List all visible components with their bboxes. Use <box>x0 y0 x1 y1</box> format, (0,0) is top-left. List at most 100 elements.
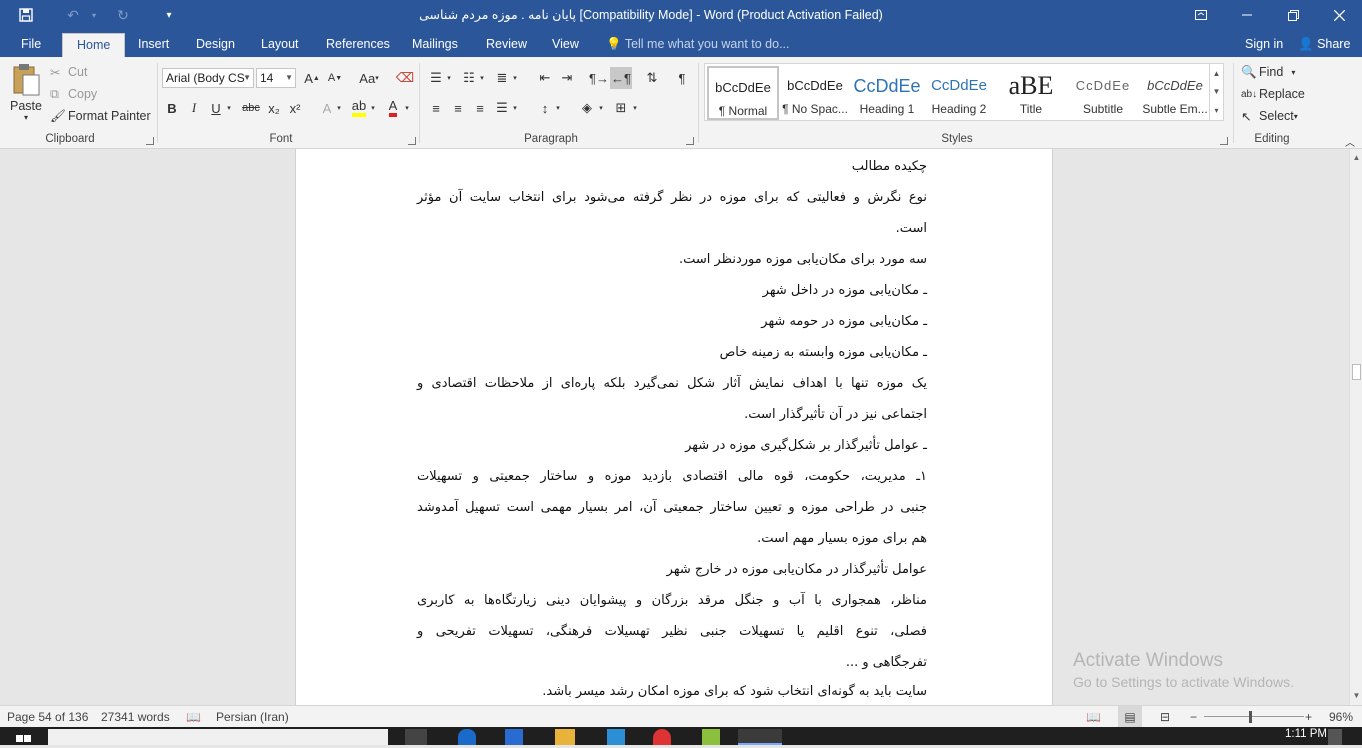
change-case-button[interactable]: Aa ▾ <box>354 67 384 89</box>
cut-button[interactable]: ✂ Cut <box>50 63 87 81</box>
style-subtle-emphasis[interactable]: bCcDdEe Subtle Em... <box>1139 66 1211 120</box>
multilevel-dropdown-icon[interactable]: ▾ <box>510 67 520 89</box>
tab-mailings[interactable]: Mailings <box>410 33 460 57</box>
edge-icon[interactable] <box>458 729 476 745</box>
italic-button[interactable]: I <box>183 97 205 119</box>
word-count[interactable]: 27341 words <box>101 706 170 728</box>
grow-font-icon[interactable]: A ▲ <box>301 67 323 89</box>
task-view-icon[interactable] <box>405 729 427 745</box>
vertical-scrollbar[interactable]: ▲ ▼ <box>1349 149 1362 705</box>
style-normal[interactable]: bCcDdEe ¶ Normal <box>707 66 779 120</box>
tab-references[interactable]: References <box>324 33 392 57</box>
chevron-up-icon[interactable]: ▲ <box>1213 69 1221 78</box>
tab-view[interactable]: View <box>550 33 581 57</box>
show-formatting-marks-icon[interactable]: ¶ <box>671 67 693 89</box>
clear-formatting-icon[interactable]: ⌫ <box>394 67 416 89</box>
rtl-direction-icon[interactable]: ←¶ <box>610 67 632 89</box>
zoom-slider-thumb[interactable] <box>1249 711 1252 723</box>
replace-button[interactable]: ab↓ Replace <box>1241 85 1305 103</box>
bullets-dropdown-icon[interactable]: ▾ <box>444 67 454 89</box>
align-left-icon[interactable]: ≡ <box>425 97 447 119</box>
shading-dropdown-icon[interactable]: ▾ <box>596 97 606 119</box>
font-name-box[interactable]: Arial (Body CS ▼ <box>162 68 254 88</box>
justify-dropdown-icon[interactable]: ▾ <box>510 97 520 119</box>
font-color-icon[interactable]: A <box>382 97 404 119</box>
select-button[interactable]: ↖ Select ▾ <box>1241 107 1298 125</box>
windows-start-icon[interactable] <box>16 729 32 745</box>
ribbon-display-options-icon[interactable] <box>1178 0 1224 30</box>
tab-design[interactable]: Design <box>194 33 237 57</box>
tab-review[interactable]: Review <box>484 33 529 57</box>
line-spacing-dropdown-icon[interactable]: ▾ <box>553 97 563 119</box>
minimize-icon[interactable] <box>1224 0 1270 30</box>
highlight-color-icon[interactable]: ab <box>348 97 370 119</box>
underline-dropdown-icon[interactable]: ▾ <box>224 97 234 119</box>
zoom-out-icon[interactable]: − <box>1190 706 1197 728</box>
tab-home[interactable]: Home <box>62 33 126 57</box>
borders-dropdown-icon[interactable]: ▾ <box>630 97 640 119</box>
restore-icon[interactable] <box>1270 0 1316 30</box>
strikethrough-button[interactable]: abc <box>239 97 263 119</box>
share-button[interactable]: 👤 Share <box>1298 33 1350 57</box>
scroll-down-icon[interactable]: ▼ <box>1350 689 1362 703</box>
tab-file[interactable]: File <box>19 33 43 57</box>
close-icon[interactable] <box>1316 0 1362 30</box>
app-icon[interactable] <box>505 729 523 745</box>
read-mode-icon[interactable]: 📖 <box>1086 706 1101 728</box>
folder-icon[interactable] <box>555 729 575 745</box>
web-layout-icon[interactable]: ⊟ <box>1160 706 1170 728</box>
zoom-in-icon[interactable]: + <box>1305 706 1312 728</box>
document-page[interactable]: چکیده مطالب نوع نگرش و فعالیتی که برای م… <box>295 149 1053 705</box>
tab-layout[interactable]: Layout <box>259 33 301 57</box>
style-heading-1[interactable]: CcDdEe Heading 1 <box>851 66 923 120</box>
app-icon[interactable] <box>702 729 720 745</box>
media-icon[interactable] <box>607 729 625 745</box>
ltr-direction-icon[interactable]: ¶→ <box>588 67 610 89</box>
language-indicator[interactable]: Persian (Iran) <box>216 706 289 728</box>
bold-button[interactable]: B <box>161 97 183 119</box>
style-no-spacing[interactable]: bCcDdEe ¶ No Spac... <box>779 66 851 120</box>
paragraph-dialog-launcher[interactable] <box>686 137 694 145</box>
taskbar-clock[interactable]: 1:11 PM <box>1285 728 1327 740</box>
notifications-icon[interactable] <box>1328 729 1342 745</box>
increase-indent-icon[interactable]: ⇥ <box>556 67 578 89</box>
superscript-button[interactable]: x² <box>284 97 306 119</box>
shrink-font-icon[interactable]: A ▼ <box>324 67 346 89</box>
text-effects-dropdown-icon[interactable]: ▾ <box>334 97 344 119</box>
subscript-button[interactable]: x₂ <box>263 97 285 119</box>
format-painter-button[interactable]: 🖌 Format Painter <box>50 107 151 125</box>
scroll-thumb[interactable] <box>1352 364 1361 380</box>
search-box[interactable] <box>48 729 388 745</box>
font-dialog-launcher[interactable] <box>408 137 416 145</box>
borders-icon[interactable]: ⊞ <box>610 97 632 119</box>
zoom-level[interactable]: 96% <box>1329 706 1353 728</box>
decrease-indent-icon[interactable]: ⇤ <box>534 67 556 89</box>
print-layout-icon[interactable]: ▤ <box>1118 706 1142 728</box>
shading-icon[interactable]: ◈ <box>576 97 598 119</box>
styles-gallery-scroll[interactable]: ▲ ▼ ▾ <box>1209 64 1223 120</box>
page-count[interactable]: Page 54 of 136 <box>7 706 88 728</box>
styles-dialog-launcher[interactable] <box>1220 137 1228 145</box>
chevron-down-icon[interactable]: ▼ <box>1213 87 1221 96</box>
align-right-icon[interactable]: ≡ <box>469 97 491 119</box>
numbering-dropdown-icon[interactable]: ▾ <box>477 67 487 89</box>
zoom-slider[interactable] <box>1204 716 1304 717</box>
tab-insert[interactable]: Insert <box>136 33 171 57</box>
tell-me-search[interactable]: 💡 Tell me what you want to do... <box>606 33 790 57</box>
more-styles-icon[interactable]: ▾ <box>1214 106 1218 115</box>
style-title[interactable]: aBE Title <box>995 66 1067 120</box>
proofing-icon[interactable]: 📖 <box>186 706 201 728</box>
highlight-dropdown-icon[interactable]: ▾ <box>368 97 378 119</box>
style-heading-2[interactable]: CcDdEe Heading 2 <box>923 66 995 120</box>
copy-button[interactable]: ⧉ Copy <box>50 85 97 103</box>
sign-in-link[interactable]: Sign in <box>1245 33 1283 57</box>
word-taskbar-icon[interactable] <box>738 729 782 745</box>
sort-icon[interactable]: ⇅ <box>641 67 663 89</box>
clipboard-dialog-launcher[interactable] <box>146 137 154 145</box>
find-button[interactable]: 🔍 Find ▾ <box>1241 63 1295 81</box>
style-subtitle[interactable]: CcDdEe Subtitle <box>1067 66 1139 120</box>
paste-button[interactable]: Paste ▾ <box>8 63 44 129</box>
scroll-up-icon[interactable]: ▲ <box>1350 151 1362 165</box>
font-size-box[interactable]: 14 ▼ <box>256 68 296 88</box>
font-color-dropdown-icon[interactable]: ▾ <box>402 97 412 119</box>
